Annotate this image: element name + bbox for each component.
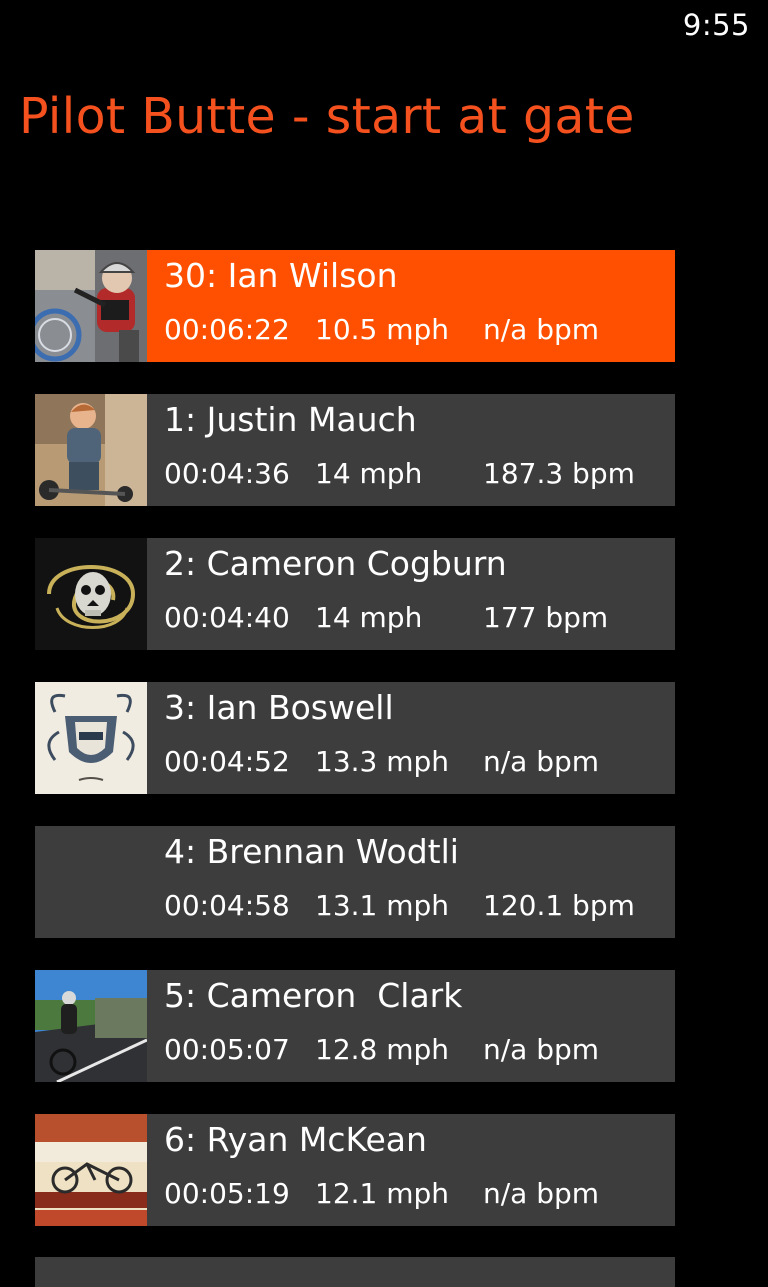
- rider-row-selected[interactable]: 30: Ian Wilson 00:06:22 10.5 mph n/a bpm: [35, 250, 675, 362]
- rider-time: 00:04:52: [164, 745, 290, 778]
- rider-time: 00:04:58: [164, 889, 290, 922]
- rider-name: 6: Ryan McKean: [164, 1120, 427, 1159]
- rider-thumbnail: [35, 394, 147, 506]
- rider-name: 5: Cameron Clark: [164, 976, 463, 1015]
- rider-heart-rate: n/a bpm: [483, 1033, 600, 1066]
- rider-heart-rate: 177 bpm: [483, 601, 609, 634]
- rider-row[interactable]: 1: Justin Mauch 00:04:36 14 mph 187.3 bp…: [35, 394, 675, 506]
- rider-name: 30: Ian Wilson: [164, 256, 398, 295]
- rider-row[interactable]: 3: Ian Boswell 00:04:52 13.3 mph n/a bpm: [35, 682, 675, 794]
- rider-row[interactable]: 6: Ryan McKean 00:05:19 12.1 mph n/a bpm: [35, 1114, 675, 1226]
- rider-thumbnail: [35, 1114, 147, 1226]
- rider-row[interactable]: 4: Brennan Wodtli 00:04:58 13.1 mph 120.…: [35, 826, 675, 938]
- rider-name: 1: Justin Mauch: [164, 400, 417, 439]
- rider-time: 00:05:07: [164, 1033, 290, 1066]
- page-title: Pilot Butte - start at gate: [19, 88, 635, 145]
- rider-heart-rate: 120.1 bpm: [483, 889, 635, 922]
- rider-row-partial[interactable]: [35, 1257, 675, 1287]
- rider-name: 3: Ian Boswell: [164, 688, 394, 727]
- rider-heart-rate: 187.3 bpm: [483, 457, 635, 490]
- rider-name: 4: Brennan Wodtli: [164, 832, 459, 871]
- rider-thumbnail: [35, 970, 147, 1082]
- rider-thumbnail: [35, 682, 147, 794]
- rider-time: 00:06:22: [164, 313, 290, 346]
- rider-heart-rate: n/a bpm: [483, 313, 600, 346]
- rider-speed: 14 mph: [315, 457, 423, 490]
- rider-row[interactable]: 5: Cameron Clark 00:05:07 12.8 mph n/a b…: [35, 970, 675, 1082]
- rider-speed: 14 mph: [315, 601, 423, 634]
- rider-speed: 13.1 mph: [315, 889, 450, 922]
- rider-speed: 12.1 mph: [315, 1177, 450, 1210]
- rider-heart-rate: n/a bpm: [483, 745, 600, 778]
- rider-thumbnail: [35, 250, 147, 362]
- status-time: 9:55: [682, 8, 750, 42]
- rider-time: 00:04:40: [164, 601, 290, 634]
- rider-row[interactable]: 2: Cameron Cogburn 00:04:40 14 mph 177 b…: [35, 538, 675, 650]
- rider-speed: 12.8 mph: [315, 1033, 450, 1066]
- rider-time: 00:05:19: [164, 1177, 290, 1210]
- status-bar: 9:55: [0, 0, 768, 50]
- rider-speed: 13.3 mph: [315, 745, 450, 778]
- rider-thumbnail: [35, 538, 147, 650]
- rider-name: 2: Cameron Cogburn: [164, 544, 507, 583]
- rider-speed: 10.5 mph: [315, 313, 450, 346]
- rider-heart-rate: n/a bpm: [483, 1177, 600, 1210]
- rider-time: 00:04:36: [164, 457, 290, 490]
